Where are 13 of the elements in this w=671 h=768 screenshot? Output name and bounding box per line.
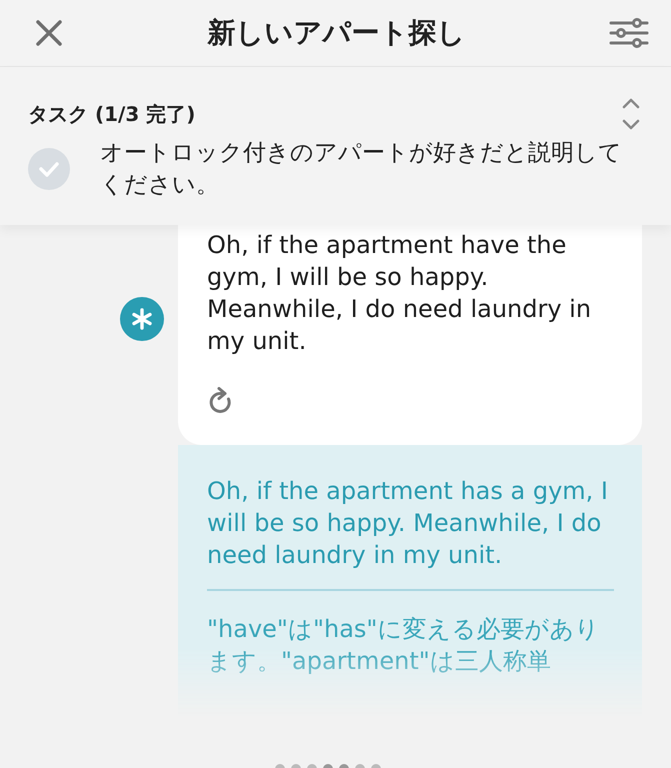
chevron-icon — [621, 97, 641, 131]
close-icon — [34, 18, 64, 48]
task-heading: タスク (1/3 完了) — [28, 100, 196, 128]
sliders-icon — [609, 18, 649, 48]
close-button[interactable] — [34, 18, 64, 48]
settings-button[interactable] — [609, 18, 649, 48]
message-text: Oh, if the apartment have the gym, I will be so happy. Meanwhile, I do need laundry in my unit. — [207, 230, 592, 357]
corrected-text: Oh, if the apartment has a gym, I will be so happy. Meanwhile, I do need laundry in my unit. — [207, 476, 609, 571]
task-text: オートロック付きのアパートが好きだと説明してください。 — [100, 139, 623, 200]
expand-toggle[interactable] — [621, 97, 641, 131]
screen-title: 新しいアパート探し — [208, 15, 466, 51]
explanation-text: "have"は"has"に変える必要があります。"apartment"は三人称単 — [207, 614, 600, 677]
avatar-icon — [120, 297, 164, 341]
